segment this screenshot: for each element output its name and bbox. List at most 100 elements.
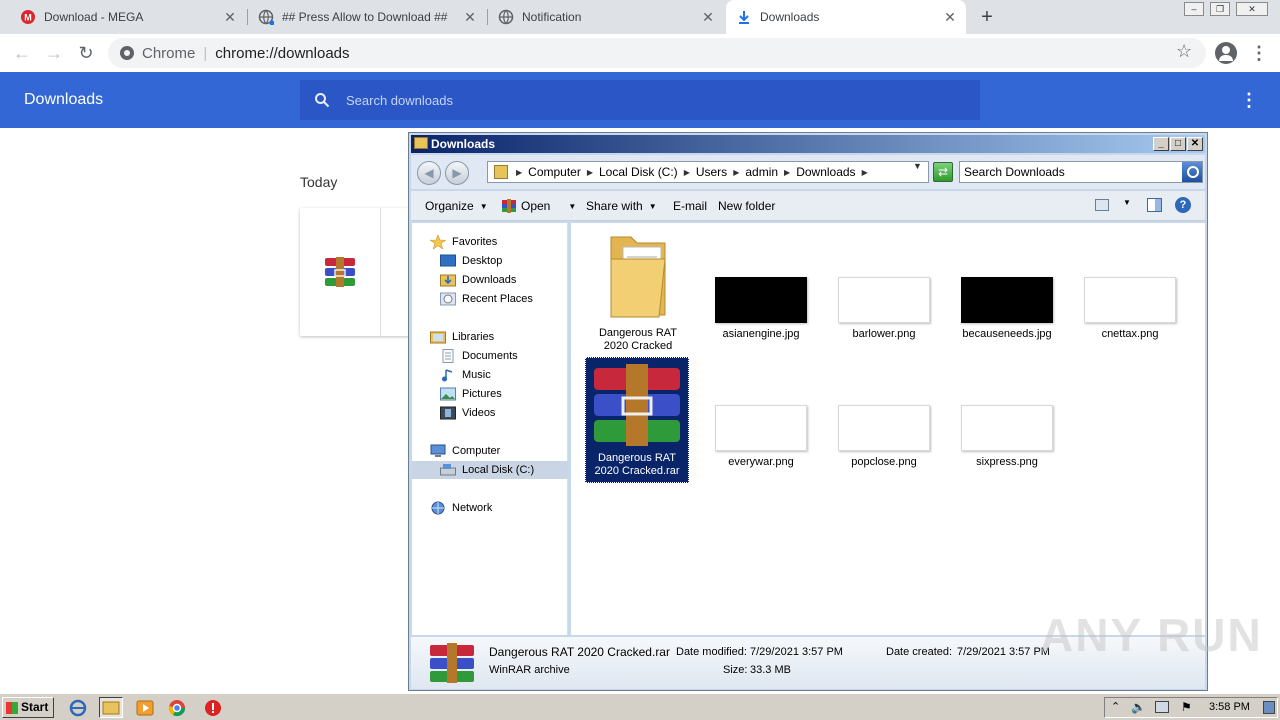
search-icon (315, 93, 330, 108)
breadcrumb-item[interactable]: admin (745, 165, 778, 179)
network-tray-icon[interactable] (1155, 701, 1169, 713)
downloads-search[interactable] (300, 80, 980, 120)
tab-label: Downloads (760, 10, 820, 24)
explorer-back-button[interactable]: ◀ (417, 161, 441, 185)
file-name: Dangerous RAT 2020 Cracked (598, 327, 678, 352)
close-window-button[interactable]: ✕ (1236, 2, 1268, 16)
new-tab-button[interactable]: + (976, 6, 998, 28)
recent-places-icon (440, 292, 456, 306)
breadcrumb-arrow-icon[interactable]: ▶ (733, 168, 739, 177)
open-button[interactable]: Open ▼ (501, 199, 576, 213)
tab-mega[interactable]: M Download - MEGA ✕ (10, 0, 246, 34)
clock[interactable]: 3:58 PM (1209, 701, 1250, 713)
file-item-folder[interactable]: Dangerous RAT 2020 Cracked (586, 229, 690, 353)
address-bar[interactable]: Chrome | chrome://downloads (108, 38, 1206, 68)
address-dropdown-icon[interactable]: ▼ (913, 161, 922, 171)
computer-icon (430, 444, 446, 458)
share-with-button[interactable]: Share with ▼ (586, 199, 657, 213)
organize-button[interactable]: Organize ▼ (425, 199, 488, 213)
show-desktop-icon[interactable] (1263, 701, 1275, 714)
explorer-titlebar: Downloads (411, 135, 1205, 153)
file-item-image[interactable]: asianengine.jpg (709, 277, 813, 341)
breadcrumb-item[interactable]: Computer (528, 165, 581, 179)
change-view-icon[interactable] (1095, 199, 1109, 211)
preview-pane-icon[interactable] (1147, 198, 1162, 212)
nav-videos[interactable]: Videos (440, 404, 495, 422)
file-item-image[interactable]: everywar.png (709, 405, 813, 469)
explorer-maximize-button[interactable]: □ (1170, 137, 1186, 151)
nav-label: Videos (462, 407, 496, 419)
action-center-flag-icon[interactable]: ⚑ (1181, 700, 1192, 714)
image-thumbnail (838, 277, 930, 323)
explorer-address-row: ◀ ▶ ▶ Computer ▶ Local Disk (C:) ▶ Users… (411, 155, 1205, 189)
file-item-image[interactable]: becauseneeds.jpg (955, 277, 1059, 341)
file-item-image[interactable]: barlower.png (832, 277, 936, 341)
nav-label: Favorites (452, 236, 498, 248)
file-item-archive[interactable]: Dangerous RAT 2020 Cracked.rar (585, 357, 689, 483)
nav-documents[interactable]: Documents (440, 347, 518, 365)
tray-expand-icon[interactable]: ⌃ (1111, 700, 1120, 713)
nav-desktop[interactable]: Desktop (440, 252, 502, 270)
refresh-icon[interactable]: ⇄ (933, 162, 953, 182)
chevron-down-icon[interactable]: ▼ (1123, 198, 1131, 207)
close-tab-icon[interactable]: ✕ (942, 9, 958, 25)
explorer-search-input[interactable] (964, 165, 1174, 179)
explorer-close-button[interactable]: ✕ (1187, 137, 1203, 151)
file-name: everywar.png (728, 456, 794, 468)
explorer-minimize-button[interactable]: _ (1153, 137, 1169, 151)
breadcrumb-arrow-icon[interactable]: ▶ (516, 168, 522, 177)
tab-notification[interactable]: Notification ✕ (488, 0, 724, 34)
explorer-search[interactable] (959, 161, 1203, 183)
file-item-image[interactable]: cnettax.png (1078, 277, 1182, 341)
file-item-image[interactable]: popclose.png (832, 405, 936, 469)
image-thumbnail (961, 277, 1053, 323)
nav-computer[interactable]: Computer (430, 442, 500, 460)
breadcrumb[interactable]: ▶ Computer ▶ Local Disk (C:) ▶ Users ▶ a… (487, 161, 929, 183)
breadcrumb-arrow-icon[interactable]: ▶ (784, 168, 790, 177)
bookmark-star-icon[interactable]: ☆ (1176, 41, 1192, 62)
media-player-icon[interactable] (133, 697, 157, 718)
maximize-button[interactable]: ❐ (1210, 2, 1230, 16)
minimize-button[interactable]: – (1184, 2, 1204, 16)
tab-press-allow[interactable]: ## Press Allow to Download ## ✕ (248, 0, 486, 34)
breadcrumb-arrow-icon[interactable]: ▶ (862, 168, 868, 177)
breadcrumb-arrow-icon[interactable]: ▶ (587, 168, 593, 177)
close-tab-icon[interactable]: ✕ (700, 9, 716, 25)
downloads-search-input[interactable] (346, 90, 946, 110)
nav-downloads[interactable]: Downloads (440, 271, 516, 289)
chrome-taskbar-icon[interactable] (165, 697, 189, 718)
chrome-menu-icon[interactable]: ⋮ (1250, 42, 1268, 64)
volume-icon[interactable]: 🔈 (1131, 700, 1146, 714)
close-tab-icon[interactable]: ✕ (222, 9, 238, 25)
start-button[interactable]: Start (2, 697, 54, 718)
help-icon[interactable]: ? (1175, 197, 1191, 213)
nav-pictures[interactable]: Pictures (440, 385, 502, 403)
stop-sign-icon[interactable] (201, 697, 225, 718)
profile-avatar-icon[interactable] (1215, 42, 1237, 64)
more-actions-icon[interactable]: ⋮ (1240, 90, 1258, 110)
explorer-forward-button[interactable]: ▶ (445, 161, 469, 185)
breadcrumb-arrow-icon[interactable]: ▶ (684, 168, 690, 177)
file-item-image[interactable]: sixpress.png (955, 405, 1059, 469)
breadcrumb-item[interactable]: Users (696, 165, 727, 179)
search-icon[interactable] (1182, 162, 1202, 182)
nav-music[interactable]: Music (440, 366, 491, 384)
nav-network[interactable]: Network (430, 499, 492, 517)
open-label: Open (521, 199, 551, 213)
new-folder-button[interactable]: New folder (718, 199, 775, 213)
nav-libraries[interactable]: Libraries (430, 328, 494, 346)
nav-favorites[interactable]: Favorites (429, 233, 498, 251)
forward-button[interactable]: → (42, 41, 66, 65)
internet-explorer-icon[interactable] (66, 697, 90, 718)
breadcrumb-item[interactable]: Downloads (796, 165, 855, 179)
back-button[interactable]: ← (10, 41, 34, 65)
explorer-taskbar-icon[interactable] (99, 697, 123, 718)
email-button[interactable]: E-mail (673, 199, 707, 213)
image-thumbnail (838, 405, 930, 451)
nav-local-disk[interactable]: Local Disk (C:) (412, 461, 568, 479)
close-tab-icon[interactable]: ✕ (462, 9, 478, 25)
tab-downloads[interactable]: Downloads ✕ (726, 0, 966, 34)
breadcrumb-item[interactable]: Local Disk (C:) (599, 165, 678, 179)
nav-recent-places[interactable]: Recent Places (440, 290, 533, 308)
reload-button[interactable]: ↻ (74, 41, 98, 65)
